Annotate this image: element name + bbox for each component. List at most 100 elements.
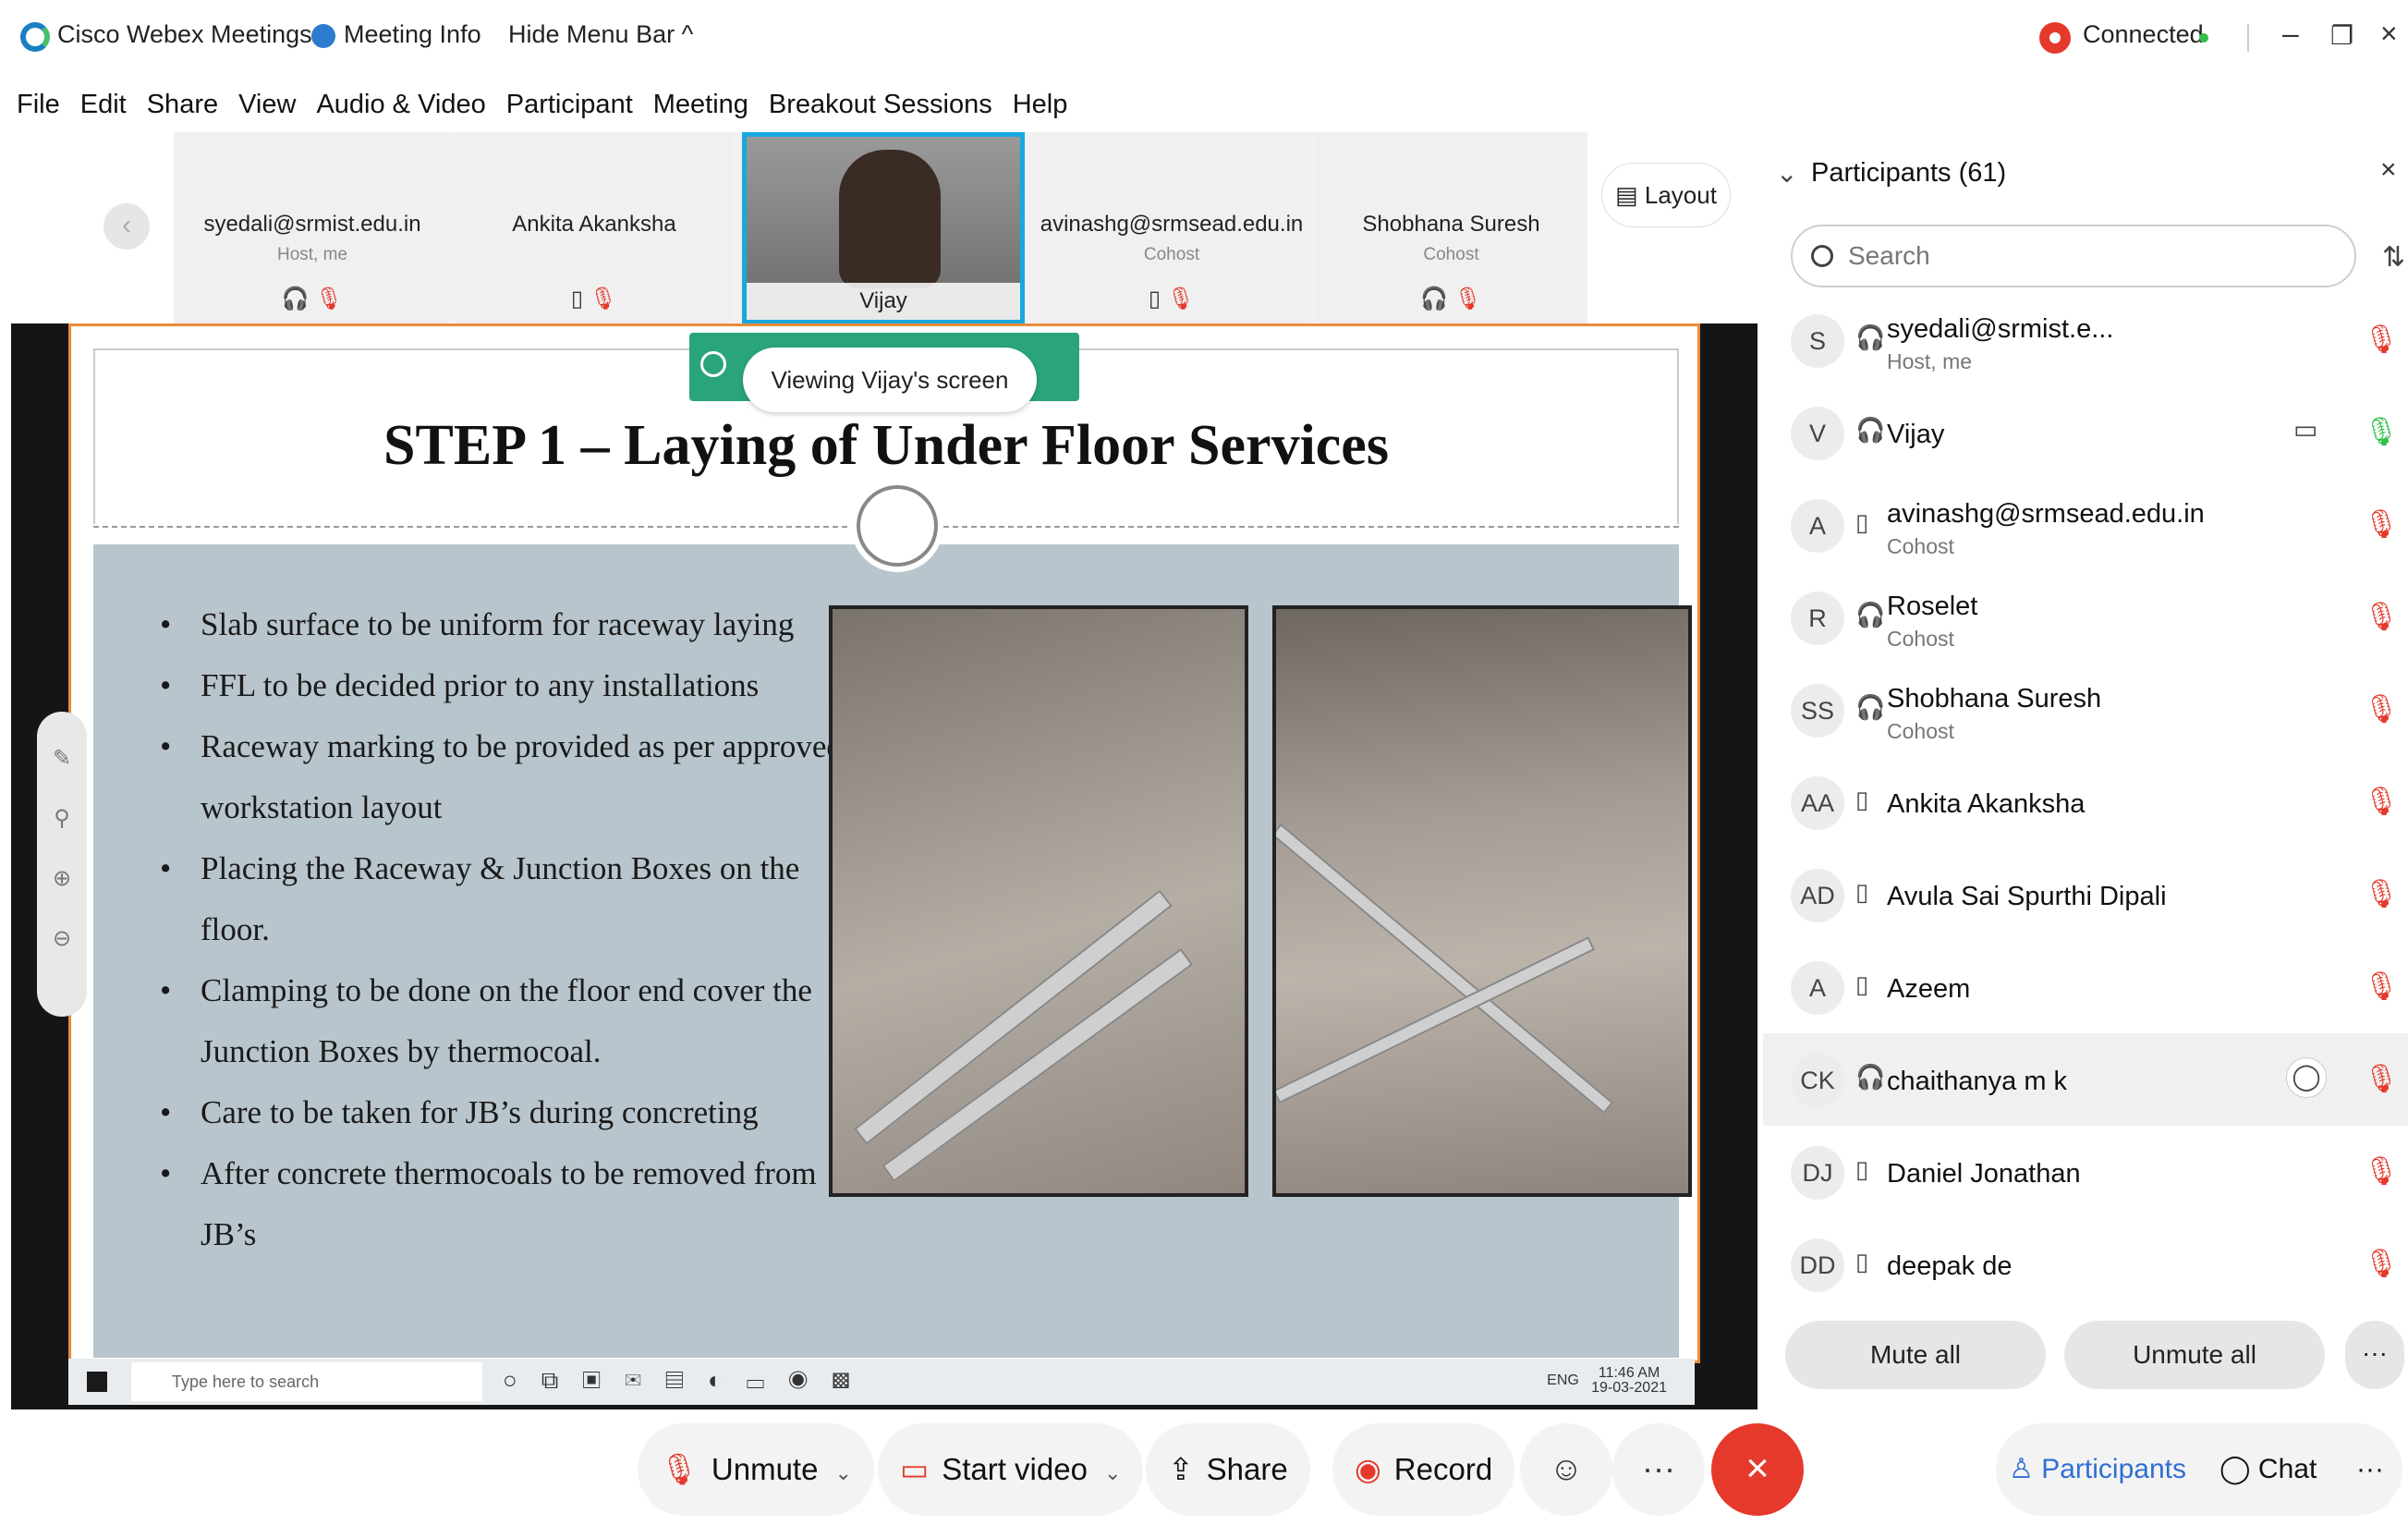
start-video-button[interactable]: ▭ Start video ⌄	[878, 1423, 1144, 1516]
avatar: DD	[1791, 1238, 1844, 1292]
mic-muted-icon[interactable]: 🎙	[2364, 878, 2399, 910]
video-tile-shobhana[interactable]: Shobhana Suresh Cohost 🎧 🎙	[1315, 132, 1587, 324]
tile-status-icons: 🎧 🎙	[1315, 286, 1587, 312]
pin-icon[interactable]: ⚲	[37, 805, 87, 832]
end-meeting-button[interactable]: ×	[1711, 1423, 1804, 1516]
taskbar-search[interactable]: Type here to search	[131, 1362, 482, 1401]
edge-icon[interactable]: ◐	[708, 1366, 747, 1394]
menu-participant[interactable]: Participant	[506, 90, 633, 120]
menu-bar: File Edit Share View Audio & Video Parti…	[0, 81, 2408, 128]
participant-row[interactable]: A ▯ Azeem 🎙	[1763, 941, 2408, 1033]
headset-icon: 🎧	[1855, 693, 1886, 721]
participant-row[interactable]: CK 🎧 chaithanya m k ◯ 🎙	[1763, 1033, 2408, 1126]
explorer-icon[interactable]: ▭	[747, 1366, 789, 1394]
chrome-icon[interactable]: ◉	[788, 1366, 832, 1394]
mic-muted-icon[interactable]: 🎙	[2364, 601, 2399, 633]
participant-row[interactable]: DJ ▯ Daniel Jonathan 🎙	[1763, 1126, 2408, 1218]
participants-toggle[interactable]: ♙ Participants	[2009, 1423, 2186, 1516]
mic-muted-icon[interactable]: 🎙	[2364, 508, 2399, 541]
connection-status[interactable]: Connected	[2083, 20, 2204, 49]
headset-icon: 🎧	[1419, 287, 1448, 311]
menu-breakout-sessions[interactable]: Breakout Sessions	[769, 90, 992, 120]
video-tile-vijay[interactable]: Vijay	[742, 132, 1025, 324]
panel-more-toggle[interactable]: ···	[2356, 1423, 2384, 1516]
participant-name: syedali@srmist.e...	[1887, 314, 2114, 344]
close-panel-icon[interactable]: ×	[2380, 154, 2397, 186]
panel-toggle-group: ♙ Participants ◯ Chat ···	[1996, 1423, 2402, 1516]
avatar: A	[1791, 961, 1844, 1015]
menu-share[interactable]: Share	[147, 90, 218, 120]
task-view-icon[interactable]: ⧉	[541, 1366, 583, 1394]
tile-role: Cohost	[1143, 245, 1200, 264]
zoom-in-icon[interactable]: ⊕	[37, 865, 87, 892]
raceway-pipe	[854, 889, 1173, 1145]
participant-row[interactable]: R 🎧 Roselet Cohost 🎙	[1763, 571, 2408, 664]
chat-toggle-label: Chat	[2257, 1454, 2317, 1484]
video-tile-ankita[interactable]: Ankita Akanksha ▯ 🎙	[456, 132, 733, 324]
participant-row[interactable]: AA ▯ Ankita Akanksha 🎙	[1763, 756, 2408, 848]
meeting-info-button[interactable]: Meeting Info	[344, 20, 481, 49]
menu-file[interactable]: File	[17, 90, 60, 120]
share-button[interactable]: ⇪ Share	[1146, 1423, 1310, 1516]
sort-icon[interactable]: ⇅	[2382, 241, 2405, 274]
cortana-icon[interactable]: ○	[503, 1366, 541, 1394]
layout-button[interactable]: ▤ Layout	[1601, 163, 1731, 227]
mic-muted-icon[interactable]: 🎙	[2364, 693, 2399, 726]
menu-edit[interactable]: Edit	[80, 90, 127, 120]
chevron-down-icon[interactable]: ⌄	[834, 1461, 851, 1484]
mic-muted-icon[interactable]: 🎙	[2364, 786, 2399, 818]
participant-name: Shobhana Suresh	[1887, 684, 2102, 714]
windows-start-icon[interactable]	[87, 1372, 107, 1392]
hide-menu-bar-button[interactable]: Hide Menu Bar ^	[508, 20, 693, 49]
chat-toggle[interactable]: ◯ Chat	[2219, 1423, 2317, 1516]
minimize-button[interactable]: –	[2282, 17, 2299, 51]
filmstrip-prev-button[interactable]: ‹	[103, 203, 150, 250]
close-window-button[interactable]: ×	[2380, 17, 2398, 51]
participant-row[interactable]: SS 🎧 Shobhana Suresh Cohost 🎙	[1763, 664, 2408, 756]
mic-muted-icon[interactable]: 🎙	[2364, 1155, 2399, 1188]
participant-row[interactable]: AD ▯ Avula Sai Spurthi Dipali 🎙	[1763, 848, 2408, 941]
participant-search-input[interactable]: Search	[1791, 225, 2356, 287]
more-options-button[interactable]: ···	[1612, 1423, 1705, 1516]
chat-bubble-icon[interactable]: ◯	[2286, 1057, 2327, 1098]
participant-row[interactable]: A ▯ avinashg@srmsead.edu.in Cohost 🎙	[1763, 479, 2408, 571]
participants-toggle-label: Participants	[2041, 1454, 2186, 1484]
taskbar-clock[interactable]: 11:46 AM 19-03-2021	[1591, 1366, 1667, 1396]
mail-icon[interactable]: ✉	[625, 1366, 665, 1394]
unmute-button[interactable]: 🎙 Unmute ⌄	[638, 1423, 874, 1516]
menu-meeting[interactable]: Meeting	[653, 90, 748, 120]
mic-muted-icon[interactable]: 🎙	[2364, 1063, 2399, 1095]
annotate-pen-icon[interactable]: ✎	[37, 745, 87, 772]
chevron-down-icon[interactable]: ⌄	[1104, 1461, 1121, 1484]
mic-muted-icon[interactable]: 🎙	[2364, 970, 2399, 1003]
powerpoint-icon[interactable]: ▩	[832, 1366, 874, 1394]
panel-more-button[interactable]: ···	[2345, 1321, 2404, 1389]
store-icon[interactable]: ▣	[582, 1366, 625, 1394]
headset-icon: 🎧	[1855, 1063, 1886, 1091]
record-button[interactable]: ◉ Record	[1332, 1423, 1515, 1516]
lang-indicator[interactable]: ENG	[1547, 1372, 1579, 1388]
headset-icon: 🎧	[1855, 323, 1886, 351]
participant-row[interactable]: V 🎧 Vijay ▭ 🎙	[1763, 386, 2408, 479]
bullet-item: Care to be taken for JB’s during concret…	[160, 1082, 862, 1143]
reactions-button[interactable]: ☺	[1520, 1423, 1612, 1516]
video-camera-icon[interactable]: ▭	[2293, 414, 2317, 445]
app-icon[interactable]: ▤	[665, 1366, 708, 1394]
menu-audio-video[interactable]: Audio & Video	[316, 90, 485, 120]
participants-title: Participants (61)	[1811, 158, 2007, 188]
menu-view[interactable]: View	[238, 90, 296, 120]
mic-muted-icon[interactable]: 🎙	[2364, 1248, 2399, 1280]
restore-button[interactable]: ❐	[2330, 20, 2353, 51]
video-tile-syedali[interactable]: syedali@srmist.edu.in Host, me 🎧 🎙	[174, 132, 451, 324]
tile-role: Cohost	[1423, 245, 1479, 264]
video-tile-avinash[interactable]: avinashg@srmsead.edu.in Cohost ▯ 🎙	[1033, 132, 1310, 324]
tile-name: avinashg@srmsead.edu.in	[1040, 212, 1304, 237]
mic-active-icon[interactable]: 🎙	[2364, 416, 2399, 448]
unmute-all-button[interactable]: Unmute all	[2064, 1321, 2325, 1389]
annotate-icon[interactable]	[700, 351, 726, 377]
collapse-chevron-icon[interactable]: ⌄	[1776, 158, 1797, 189]
participant-row[interactable]: DD ▯ deepak de 🎙	[1763, 1218, 2408, 1311]
zoom-out-icon[interactable]: ⊖	[37, 925, 87, 952]
mute-all-button[interactable]: Mute all	[1785, 1321, 2046, 1389]
menu-help[interactable]: Help	[1013, 90, 1068, 120]
